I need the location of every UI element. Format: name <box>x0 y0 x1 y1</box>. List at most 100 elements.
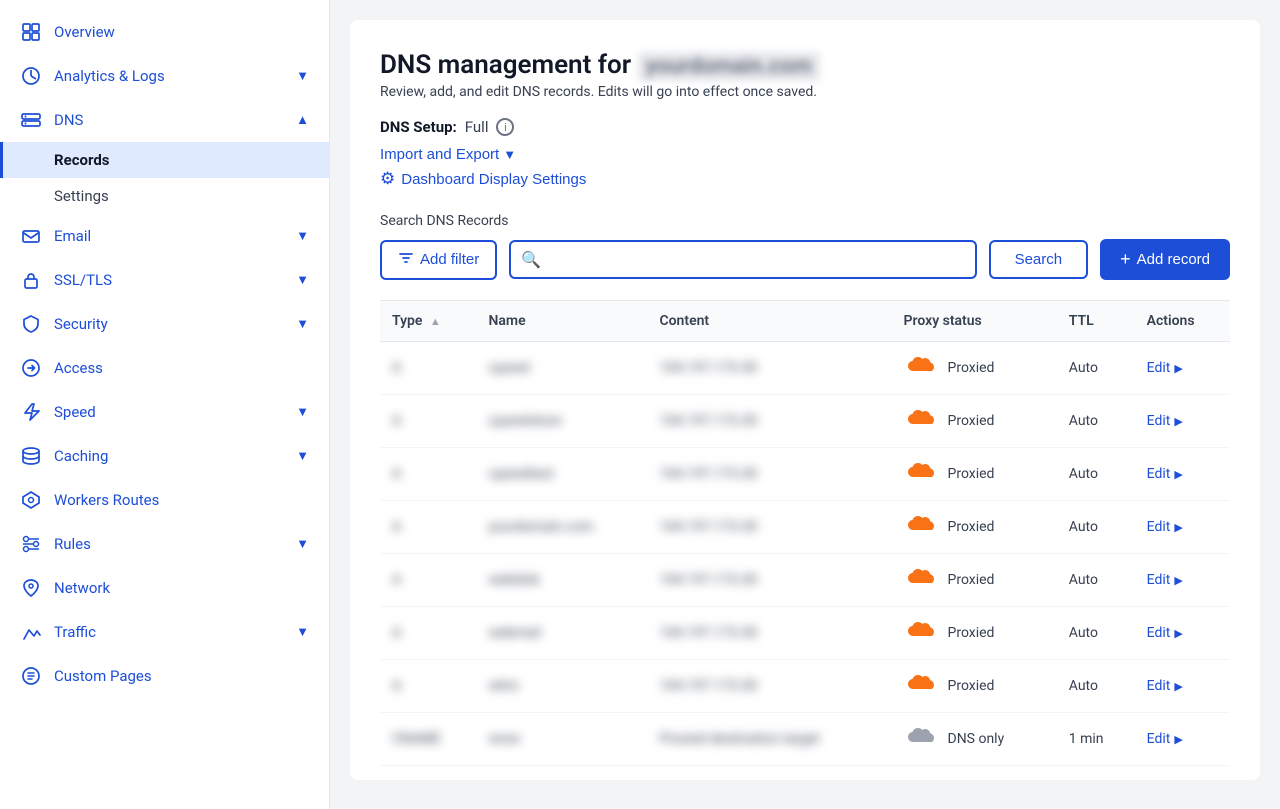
search-input[interactable] <box>509 240 976 279</box>
dashboard-settings-label: Dashboard Display Settings <box>401 171 586 188</box>
cell-type: A <box>380 607 476 660</box>
sidebar-item-overview[interactable]: Overview <box>0 10 329 54</box>
col-name[interactable]: Name <box>476 301 647 342</box>
cell-proxy: Proxied <box>892 342 1057 395</box>
chevron-down-icon: ▼ <box>296 68 309 84</box>
table-row: A cpanel 104.197.173.30 Proxied Auto Edi… <box>380 342 1230 395</box>
domain-name: yourdomain.com <box>638 52 820 81</box>
cell-type: A <box>380 660 476 713</box>
dns-table: Type ▲ Name Content Proxy status TTL Act… <box>380 300 1230 766</box>
cell-content: 104.197.173.30 <box>647 501 891 554</box>
dns-setup-label: DNS Setup: <box>380 118 457 136</box>
sidebar-item-caching[interactable]: Caching ▼ <box>0 434 329 478</box>
cell-proxy: Proxied <box>892 501 1057 554</box>
sidebar-item-security[interactable]: Security ▼ <box>0 302 329 346</box>
cell-ttl: 1 min <box>1057 713 1135 766</box>
chevron-down-icon: ▼ <box>296 404 309 420</box>
table-row: CNAME www Proxied destination target DNS… <box>380 713 1230 766</box>
info-icon[interactable]: i <box>496 118 514 136</box>
edit-link[interactable]: Edit ▶ <box>1147 572 1218 588</box>
chevron-down-icon: ▼ <box>296 272 309 288</box>
cell-action: Edit ▶ <box>1135 713 1230 766</box>
gear-icon: ⚙ <box>380 169 395 189</box>
chevron-down-icon: ▼ <box>503 147 516 162</box>
cell-action: Edit ▶ <box>1135 607 1230 660</box>
dashboard-settings-button[interactable]: ⚙ Dashboard Display Settings <box>380 169 586 189</box>
cell-proxy: Proxied <box>892 607 1057 660</box>
sidebar-item-label: Caching <box>54 447 108 465</box>
edit-link[interactable]: Edit ▶ <box>1147 625 1218 641</box>
sidebar-item-email[interactable]: Email ▼ <box>0 214 329 258</box>
sidebar-item-speed[interactable]: Speed ▼ <box>0 390 329 434</box>
cloud-icon <box>904 514 940 540</box>
sidebar-item-label: Analytics & Logs <box>54 67 165 85</box>
cell-content: 104.197.173.30 <box>647 607 891 660</box>
cell-content: 104.197.173.30 <box>647 342 891 395</box>
sidebar-item-ssl-tls[interactable]: SSL/TLS ▼ <box>0 258 329 302</box>
cell-action: Edit ▶ <box>1135 501 1230 554</box>
edit-link[interactable]: Edit ▶ <box>1147 678 1218 694</box>
cell-name: yourdomain.com <box>476 501 647 554</box>
sidebar-sub-item-settings[interactable]: Settings <box>0 178 329 214</box>
cell-proxy: Proxied <box>892 554 1057 607</box>
arrow-right-icon: ▶ <box>1174 733 1182 746</box>
arrow-right-icon: ▶ <box>1174 415 1182 428</box>
sidebar-item-access[interactable]: Access <box>0 346 329 390</box>
cell-ttl: Auto <box>1057 395 1135 448</box>
sidebar-item-traffic[interactable]: Traffic ▼ <box>0 610 329 654</box>
cell-ttl: Auto <box>1057 342 1135 395</box>
cell-action: Edit ▶ <box>1135 660 1230 713</box>
chevron-down-icon: ▼ <box>296 448 309 464</box>
col-type[interactable]: Type ▲ <box>380 301 476 342</box>
cloud-icon <box>904 461 940 487</box>
sidebar-item-workers-routes[interactable]: Workers Routes <box>0 478 329 522</box>
table-row: A webmail 104.197.173.30 Proxied Auto Ed… <box>380 607 1230 660</box>
cell-name: www <box>476 713 647 766</box>
sidebar-sub-item-records[interactable]: Records <box>0 142 329 178</box>
sidebar: Overview Analytics & Logs ▼ DNS ▲ Record… <box>0 0 330 809</box>
arrow-right-icon: ▶ <box>1174 680 1182 693</box>
cell-content: 104.197.173.30 <box>647 395 891 448</box>
sidebar-item-label: Overview <box>54 23 115 41</box>
edit-link[interactable]: Edit ▶ <box>1147 360 1218 376</box>
col-proxy-status: Proxy status <box>892 301 1057 342</box>
cell-type: A <box>380 342 476 395</box>
cache-icon <box>20 445 42 467</box>
network-icon <box>20 577 42 599</box>
add-filter-button[interactable]: Add filter <box>380 240 497 280</box>
page-subtitle: Review, add, and edit DNS records. Edits… <box>380 84 1230 100</box>
cloud-icon <box>904 620 940 646</box>
sidebar-item-network[interactable]: Network <box>0 566 329 610</box>
cell-name: webdisk <box>476 554 647 607</box>
content-card: DNS management for yourdomain.com Review… <box>350 20 1260 780</box>
sidebar-item-rules[interactable]: Rules ▼ <box>0 522 329 566</box>
sidebar-item-label: Email <box>54 227 91 245</box>
edit-link[interactable]: Edit ▶ <box>1147 413 1218 429</box>
cell-proxy: Proxied <box>892 660 1057 713</box>
grid-icon <box>20 21 42 43</box>
sidebar-item-label: Speed <box>54 403 96 421</box>
sidebar-item-custom-pages[interactable]: Custom Pages <box>0 654 329 698</box>
col-content[interactable]: Content <box>647 301 891 342</box>
edit-link[interactable]: Edit ▶ <box>1147 466 1218 482</box>
sidebar-item-dns[interactable]: DNS ▲ <box>0 98 329 142</box>
edit-link[interactable]: Edit ▶ <box>1147 731 1218 747</box>
search-area: Search DNS Records Add filter 🔍 Search <box>380 213 1230 280</box>
dns-setup-row: DNS Setup: Full i <box>380 118 1230 136</box>
main-content: DNS management for yourdomain.com Review… <box>330 0 1280 809</box>
arrow-right-icon: ▶ <box>1174 362 1182 375</box>
search-button[interactable]: Search <box>989 240 1089 279</box>
sidebar-sub-item-label: Settings <box>54 187 109 205</box>
cell-ttl: Auto <box>1057 501 1135 554</box>
add-record-button[interactable]: + Add record <box>1100 239 1230 280</box>
sidebar-item-label: Workers Routes <box>54 491 159 509</box>
cell-ttl: Auto <box>1057 448 1135 501</box>
search-input-wrap: 🔍 <box>509 240 976 279</box>
sidebar-item-label: DNS <box>54 111 83 129</box>
import-export-button[interactable]: Import and Export ▼ <box>380 146 516 163</box>
col-ttl: TTL <box>1057 301 1135 342</box>
page-title: DNS management for yourdomain.com <box>380 50 820 80</box>
sidebar-item-label: Custom Pages <box>54 667 152 685</box>
edit-link[interactable]: Edit ▶ <box>1147 519 1218 535</box>
sidebar-item-analytics-logs[interactable]: Analytics & Logs ▼ <box>0 54 329 98</box>
